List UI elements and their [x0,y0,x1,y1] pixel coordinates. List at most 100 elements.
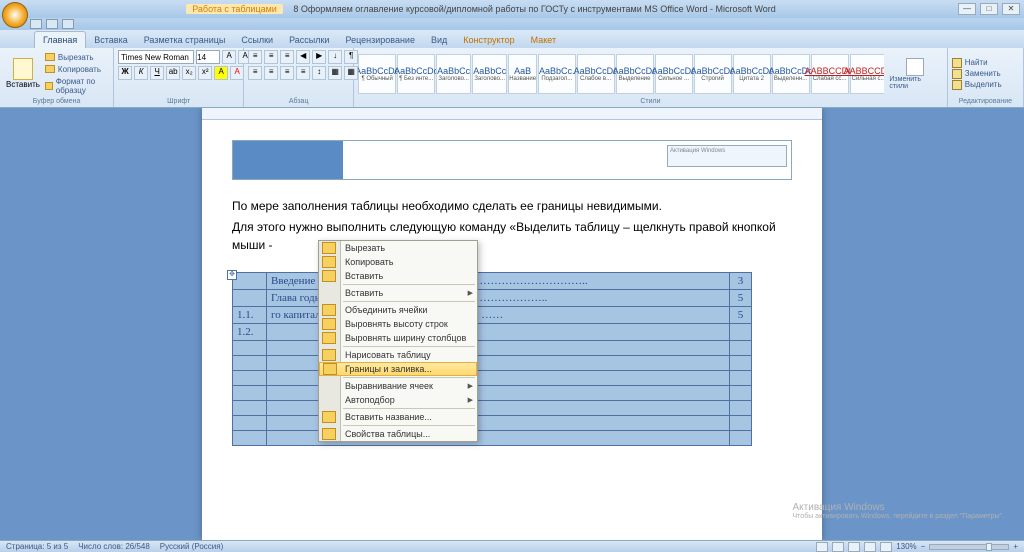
cm-borders-shading[interactable]: Границы и заливка... [319,362,477,376]
style-6[interactable]: AaBbCcDcСлабое в... [577,54,615,94]
change-styles-button[interactable]: Изменить стили [886,58,942,90]
cm-insert-caption[interactable]: Вставить название... [319,410,477,424]
restore-button[interactable]: □ [980,3,998,15]
table-row[interactable]: 1.1. го капитала и его роль в жизни пред… [233,307,752,324]
table-row[interactable] [233,386,752,401]
cm-row-height[interactable]: Выровнять высоту строк [319,317,477,331]
shading-button[interactable]: ▦ [328,66,342,80]
align-right-button[interactable]: ≡ [280,66,294,80]
align-left-button[interactable]: ≡ [248,66,262,80]
table-row[interactable] [233,416,752,431]
superscript-button[interactable]: x² [198,66,212,80]
cm-table-properties[interactable]: Свойства таблицы... [319,427,477,441]
line-spacing-button[interactable]: ↕ [312,66,326,80]
increase-indent-button[interactable]: ▶ [312,50,326,64]
view-print-layout-button[interactable] [816,542,828,552]
sort-button[interactable]: ↓ [328,50,342,64]
italic-button[interactable]: К [134,66,148,80]
cm-autofit[interactable]: Автоподбор▶ [319,393,477,407]
tab-page-layout[interactable]: Разметка страницы [136,32,234,48]
select-button[interactable]: Выделить [952,80,1002,90]
view-web-button[interactable] [848,542,860,552]
tab-layout[interactable]: Макет [523,32,564,48]
cm-col-width[interactable]: Выровнять ширину столбцов [319,331,477,345]
bold-button[interactable]: Ж [118,66,132,80]
multilevel-button[interactable]: ≡ [280,50,294,64]
tab-view[interactable]: Вид [423,32,455,48]
table-row[interactable] [233,356,752,371]
tab-mailings[interactable]: Рассылки [281,32,337,48]
style-3[interactable]: AaBbCcЗаголово... [472,54,507,94]
justify-button[interactable]: ≡ [296,66,310,80]
format-painter-button[interactable]: Формат по образцу [44,76,109,96]
qat-undo-icon[interactable] [46,19,58,29]
style-0[interactable]: AaBbCcDc¶ Обычный [358,54,396,94]
view-full-screen-button[interactable] [832,542,844,552]
status-page[interactable]: Страница: 5 из 5 [6,542,68,551]
document-workspace[interactable]: Активация Windows По мере заполнения таб… [0,108,1024,540]
qat-redo-icon[interactable] [62,19,74,29]
cm-cell-align[interactable]: Выравнивание ячеек▶ [319,379,477,393]
bullets-button[interactable]: ≡ [248,50,262,64]
style-7[interactable]: AaBbCcDcВыделение [616,54,654,94]
font-color-button[interactable]: A [230,66,244,80]
style-5[interactable]: AaBbCc.Подзагол... [538,54,576,94]
toc-table[interactable]: Введение ………………………………………………………………..3Глав… [232,272,752,446]
copy-button[interactable]: Копировать [44,64,109,75]
subscript-button[interactable]: x₂ [182,66,196,80]
cm-draw-table[interactable]: Нарисовать таблицу [319,348,477,362]
zoom-out-button[interactable]: − [921,542,926,551]
style-gallery[interactable]: AaBbCcDc¶ ОбычныйAaBbCcDc¶ Без инте...Aa… [358,54,884,94]
table-row[interactable] [233,401,752,416]
view-draft-button[interactable] [880,542,892,552]
style-1[interactable]: AaBbCcDc¶ Без инте... [397,54,435,94]
table-row[interactable] [233,341,752,356]
close-button[interactable]: ✕ [1002,3,1020,15]
cm-cut[interactable]: Вырезать [319,241,477,255]
tab-review[interactable]: Рецензирование [337,32,423,48]
horizontal-ruler[interactable] [202,108,822,120]
style-13[interactable]: AABBCCDCСильная с... [850,54,885,94]
paste-button[interactable]: Вставить [4,56,42,91]
view-outline-button[interactable] [864,542,876,552]
cm-copy[interactable]: Копировать [319,255,477,269]
table-row[interactable]: 1.2. [233,324,752,341]
table-move-handle[interactable]: ✥ [227,270,237,280]
align-center-button[interactable]: ≡ [264,66,278,80]
style-4[interactable]: АаВНазвание [508,54,537,94]
cm-insert[interactable]: Вставить▶ [319,286,477,300]
office-button[interactable] [2,2,28,28]
strike-button[interactable]: ab [166,66,180,80]
underline-button[interactable]: Ч [150,66,164,80]
cm-paste[interactable]: Вставить [319,269,477,283]
style-2[interactable]: AaBbCcЗаголово... [436,54,471,94]
tab-insert[interactable]: Вставка [86,32,135,48]
tab-design[interactable]: Конструктор [455,32,522,48]
tab-references[interactable]: Ссылки [233,32,281,48]
style-9[interactable]: AaBbCcDcСтрогий [694,54,732,94]
minimize-button[interactable]: — [958,3,976,15]
style-8[interactable]: AaBbCcDcСильное ... [655,54,693,94]
table-row[interactable] [233,431,752,446]
replace-button[interactable]: Заменить [952,69,1002,79]
highlight-button[interactable]: A [214,66,228,80]
tab-home[interactable]: Главная [34,31,86,48]
style-10[interactable]: AaBbCcDcЦитата 2 [733,54,771,94]
font-name-select[interactable] [118,50,194,64]
zoom-slider[interactable] [929,544,1009,550]
table-row[interactable] [233,371,752,386]
status-language[interactable]: Русский (Россия) [160,542,223,551]
table-row[interactable]: Введение ………………………………………………………………..3 [233,273,752,290]
status-words[interactable]: Число слов: 26/548 [78,542,150,551]
zoom-level[interactable]: 130% [896,542,916,551]
decrease-indent-button[interactable]: ◀ [296,50,310,64]
find-button[interactable]: Найти [952,58,1002,68]
font-size-select[interactable] [196,50,220,64]
table-row[interactable]: Глава годы анализа оборотного капитала …… [233,290,752,307]
cut-button[interactable]: Вырезать [44,52,109,63]
cm-merge-cells[interactable]: Объединить ячейки [319,303,477,317]
zoom-in-button[interactable]: + [1013,542,1018,551]
grow-font-button[interactable]: A [222,50,236,64]
numbering-button[interactable]: ≡ [264,50,278,64]
qat-save-icon[interactable] [30,19,42,29]
